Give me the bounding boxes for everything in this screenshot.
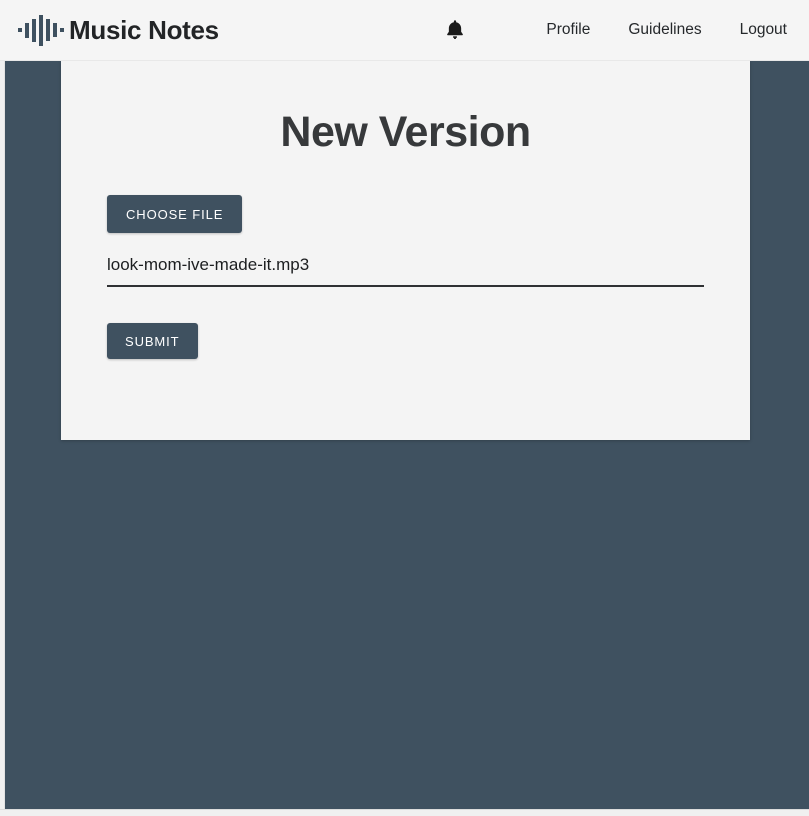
page-background: Music Notes Profile Guidelines Logout Ne… [0, 0, 809, 816]
nav-link-logout[interactable]: Logout [740, 21, 787, 39]
file-input-underline [107, 285, 704, 287]
navigation-links-group: Profile Guidelines Logout [440, 15, 787, 45]
choose-file-button[interactable]: CHOOSE FILE [107, 195, 243, 233]
submit-row: SUBMIT [107, 323, 704, 359]
horizontal-scrollbar[interactable] [0, 809, 809, 816]
vertical-scrollbar[interactable] [0, 60, 5, 809]
bell-icon[interactable] [440, 15, 470, 45]
new-version-card: New Version CHOOSE FILE look-mom-ive-mad… [61, 61, 750, 440]
audio-waveform-icon [18, 13, 67, 47]
selected-file-name: look-mom-ive-made-it.mp3 [107, 255, 310, 274]
brand-name: Music Notes [69, 14, 219, 45]
selected-file-row: look-mom-ive-made-it.mp3 [107, 255, 704, 287]
upload-form: CHOOSE FILE look-mom-ive-made-it.mp3 SUB… [61, 157, 750, 359]
top-navigation-bar: Music Notes Profile Guidelines Logout [0, 0, 809, 61]
nav-link-guidelines[interactable]: Guidelines [628, 21, 701, 39]
nav-link-profile[interactable]: Profile [546, 21, 590, 39]
page-title: New Version [280, 108, 531, 156]
submit-button[interactable]: SUBMIT [107, 323, 198, 359]
brand-logo[interactable]: Music Notes [18, 13, 219, 47]
